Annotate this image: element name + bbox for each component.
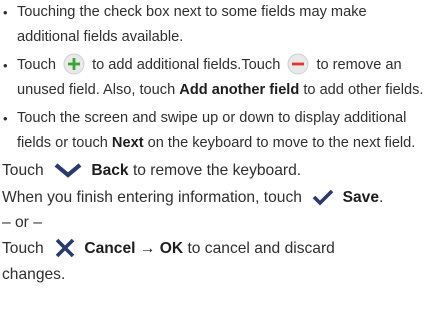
checkmark-icon xyxy=(311,187,335,207)
text-segment: Touch xyxy=(17,57,56,73)
text-segment: Touch xyxy=(2,240,44,257)
text-segment: on the keyboard to move to the next fiel… xyxy=(147,135,416,151)
text-segment: to remove an xyxy=(316,57,402,73)
ui-term-cancel: Cancel xyxy=(84,240,136,257)
bullet-add-remove-fields: • Touch to add additional fields.Touch t… xyxy=(0,53,439,103)
ui-term-ok: OK xyxy=(159,240,184,257)
minus-circle-icon xyxy=(287,53,309,75)
bullet-checkbox-fields: • Touching the check box next to some fi… xyxy=(0,0,439,50)
text-segment: to cancel and discard xyxy=(187,240,335,257)
chevron-down-icon xyxy=(53,161,83,179)
bullet-dot: • xyxy=(3,5,8,20)
instruction-cancel: Touch Cancel → OK to cancel and discard xyxy=(2,236,439,262)
bullet-line: fields or touch Next on the keyboard to … xyxy=(0,131,439,156)
ui-term-next: Next xyxy=(111,135,144,151)
bullet-dot: • xyxy=(3,58,8,73)
ui-term-add-another-field: Add another field xyxy=(179,82,300,98)
arrow-glyph: → xyxy=(139,240,156,257)
bullet-line: unused field. Also, touch Add another fi… xyxy=(0,78,439,103)
plus-circle-icon xyxy=(63,53,85,75)
text-segment: When you finish entering information, to… xyxy=(2,189,302,206)
instruction-cancel-line2: changes. xyxy=(2,266,66,283)
text-segment: fields or touch xyxy=(17,135,108,151)
instruction-save: When you finish entering information, to… xyxy=(2,185,439,211)
ui-term-save: Save xyxy=(342,189,380,206)
text-segment: to add other fields. xyxy=(303,82,424,98)
text-segment: to remove the keyboard. xyxy=(132,162,302,179)
text-segment: to add additional fields.Touch xyxy=(92,57,281,73)
text-segment: Touch xyxy=(2,162,44,179)
text-segment: . xyxy=(379,189,384,206)
text-segment: unused field. Also, touch xyxy=(17,82,176,98)
ui-term-back: Back xyxy=(91,162,129,179)
bullet-line: Touch the screen and swipe up or down to… xyxy=(17,110,407,126)
bullet-swipe-next: • Touch the screen and swipe up or down … xyxy=(0,106,439,156)
bullet-line: Touching the check box next to some fiel… xyxy=(17,4,367,20)
instruction-back: Touch Back to remove the keyboard. xyxy=(2,158,439,184)
x-icon xyxy=(54,237,76,259)
or-separator: – or – xyxy=(2,214,42,231)
bullet-line: Touch to add additional fields.Touch to … xyxy=(0,53,439,78)
bullet-dot: • xyxy=(3,111,8,126)
bullet-line: additional fields available. xyxy=(17,29,184,45)
